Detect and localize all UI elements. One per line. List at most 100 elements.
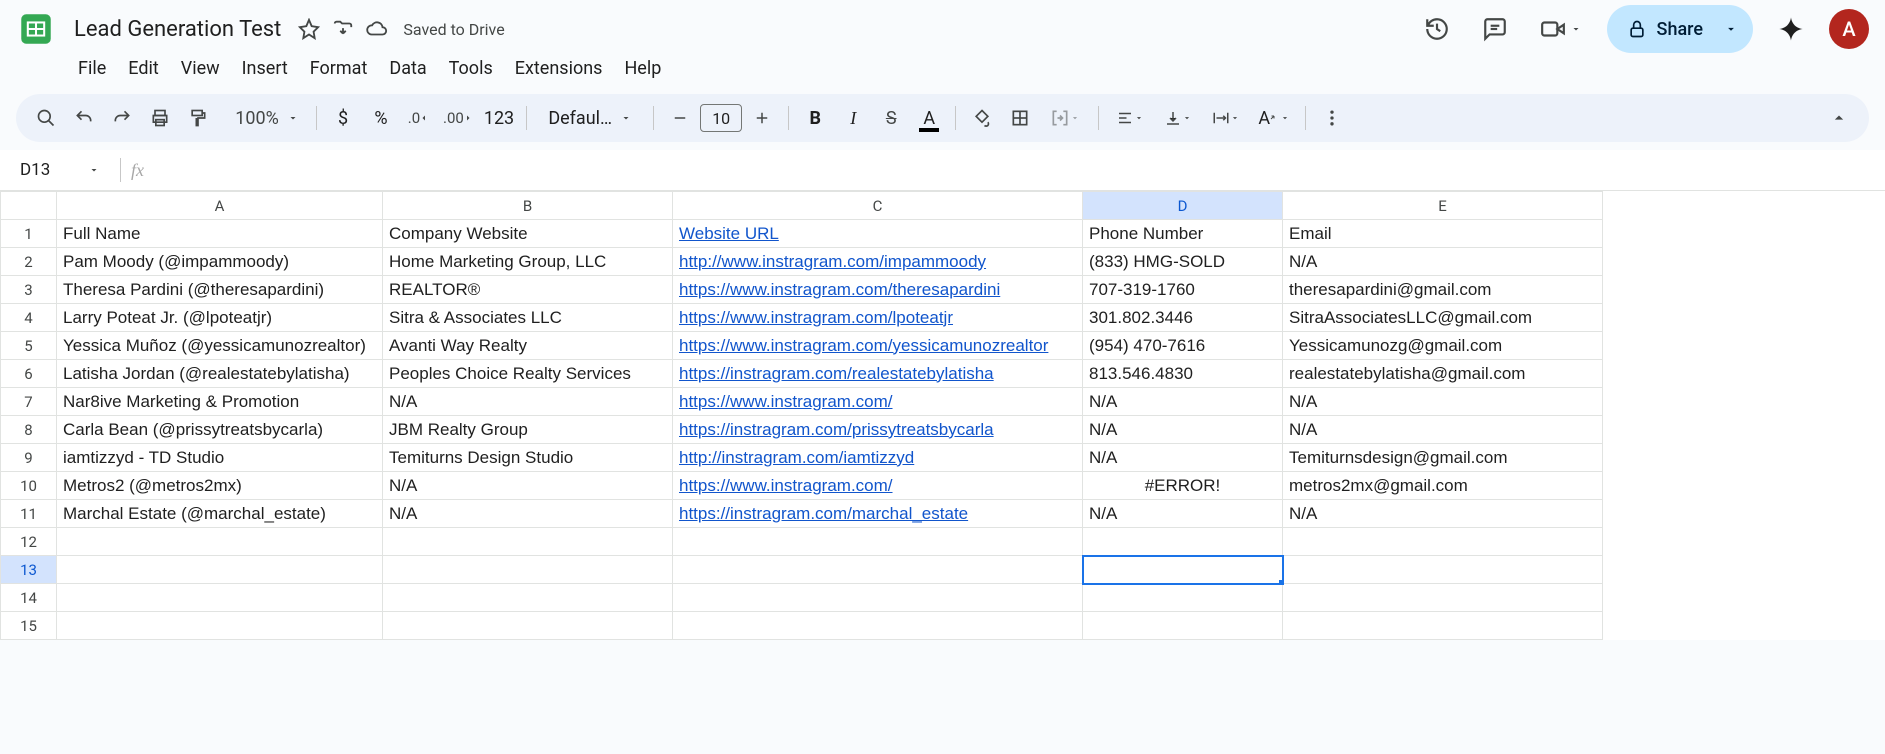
cell[interactable]: Nar8ive Marketing & Promotion <box>57 388 383 416</box>
valign-button[interactable] <box>1155 100 1201 136</box>
cell[interactable] <box>673 556 1083 584</box>
search-menus-icon[interactable] <box>28 100 64 136</box>
bold-button[interactable]: B <box>797 100 833 136</box>
undo-icon[interactable] <box>66 100 102 136</box>
strikethrough-button[interactable]: S <box>873 100 909 136</box>
cell[interactable] <box>1083 528 1283 556</box>
increase-decimal-icon[interactable]: .00 <box>439 100 478 136</box>
cell[interactable]: N/A <box>1283 416 1603 444</box>
cell[interactable]: Home Marketing Group, LLC <box>383 248 673 276</box>
cell[interactable] <box>1083 556 1283 584</box>
cell[interactable] <box>673 528 1083 556</box>
cell[interactable] <box>57 612 383 640</box>
row-header[interactable]: 15 <box>1 612 57 640</box>
name-box[interactable]: D13 <box>10 156 110 184</box>
cell[interactable]: Website URL <box>673 220 1083 248</box>
col-header-D[interactable]: D <box>1083 192 1283 220</box>
cell[interactable]: metros2mx@gmail.com <box>1283 472 1603 500</box>
cell[interactable] <box>1083 584 1283 612</box>
cell[interactable]: N/A <box>1283 248 1603 276</box>
menu-tools[interactable]: Tools <box>439 54 503 83</box>
cell[interactable]: https://www.instragram.com/ <box>673 388 1083 416</box>
cell[interactable]: http://instragram.com/iamtizzyd <box>673 444 1083 472</box>
row-header[interactable]: 8 <box>1 416 57 444</box>
row-header[interactable]: 9 <box>1 444 57 472</box>
row-header[interactable]: 6 <box>1 360 57 388</box>
cell[interactable]: Yessica Muñoz (@yessicamunozrealtor) <box>57 332 383 360</box>
select-all-corner[interactable] <box>1 192 57 220</box>
cell[interactable]: (833) HMG-SOLD <box>1083 248 1283 276</box>
cell[interactable]: https://www.instragram.com/ <box>673 472 1083 500</box>
cell[interactable]: 813.546.4830 <box>1083 360 1283 388</box>
cell[interactable]: https://www.instragram.com/theresapardin… <box>673 276 1083 304</box>
cell[interactable]: Sitra & Associates LLC <box>383 304 673 332</box>
menu-view[interactable]: View <box>171 54 230 83</box>
cell[interactable]: Phone Number <box>1083 220 1283 248</box>
cell[interactable]: (954) 470-7616 <box>1083 332 1283 360</box>
cell[interactable] <box>673 584 1083 612</box>
row-header[interactable]: 14 <box>1 584 57 612</box>
cell[interactable]: N/A <box>1083 388 1283 416</box>
font-size-input[interactable]: 10 <box>700 104 742 132</box>
row-header[interactable]: 13 <box>1 556 57 584</box>
row-header[interactable]: 4 <box>1 304 57 332</box>
row-header[interactable]: 10 <box>1 472 57 500</box>
cell[interactable]: https://instragram.com/marchal_estate <box>673 500 1083 528</box>
cell[interactable]: N/A <box>1083 416 1283 444</box>
paint-format-icon[interactable] <box>180 100 216 136</box>
cell[interactable]: Temiturnsdesign@gmail.com <box>1283 444 1603 472</box>
sheets-logo[interactable] <box>16 9 56 49</box>
account-avatar[interactable]: A <box>1829 9 1869 49</box>
cell[interactable]: Larry Poteat Jr. (@lpoteatjr) <box>57 304 383 332</box>
formula-bar[interactable] <box>144 157 1885 183</box>
cell[interactable]: Company Website <box>383 220 673 248</box>
cloud-icon[interactable] <box>365 17 389 41</box>
document-title[interactable]: Lead Generation Test <box>68 15 287 44</box>
comment-icon[interactable] <box>1475 9 1515 49</box>
cell[interactable]: SitraAssociatesLLC@gmail.com <box>1283 304 1603 332</box>
cell[interactable] <box>673 612 1083 640</box>
history-icon[interactable] <box>1417 9 1457 49</box>
star-icon[interactable] <box>297 17 321 41</box>
row-header[interactable]: 3 <box>1 276 57 304</box>
share-button[interactable]: Share <box>1607 5 1753 53</box>
cell[interactable]: #ERROR! <box>1083 472 1283 500</box>
cell[interactable]: N/A <box>1283 500 1603 528</box>
row-header[interactable]: 2 <box>1 248 57 276</box>
italic-button[interactable]: I <box>835 100 871 136</box>
gemini-icon[interactable] <box>1771 9 1811 49</box>
cell[interactable]: REALTOR® <box>383 276 673 304</box>
menu-extensions[interactable]: Extensions <box>505 54 613 83</box>
cell[interactable]: Theresa Pardini (@theresapardini) <box>57 276 383 304</box>
menu-file[interactable]: File <box>68 54 116 83</box>
cell[interactable]: Temiturns Design Studio <box>383 444 673 472</box>
cell[interactable] <box>383 584 673 612</box>
cell[interactable]: Marchal Estate (@marchal_estate) <box>57 500 383 528</box>
col-header-B[interactable]: B <box>383 192 673 220</box>
cell[interactable]: N/A <box>383 500 673 528</box>
cell[interactable] <box>1283 556 1603 584</box>
cell[interactable]: Latisha Jordan (@realestatebylatisha) <box>57 360 383 388</box>
cell[interactable]: realestatebylatisha@gmail.com <box>1283 360 1603 388</box>
move-icon[interactable] <box>331 17 355 41</box>
cell[interactable]: 301.802.3446 <box>1083 304 1283 332</box>
cell[interactable] <box>1283 612 1603 640</box>
menu-help[interactable]: Help <box>614 54 671 83</box>
cell[interactable]: https://instragram.com/realestatebylatis… <box>673 360 1083 388</box>
wrap-button[interactable] <box>1203 100 1249 136</box>
rotate-button[interactable]: A <box>1251 100 1297 136</box>
cell[interactable]: N/A <box>383 388 673 416</box>
cell[interactable]: iamtizzyd - TD Studio <box>57 444 383 472</box>
cell[interactable] <box>57 556 383 584</box>
cell[interactable]: JBM Realty Group <box>383 416 673 444</box>
cell[interactable]: Avanti Way Realty <box>383 332 673 360</box>
redo-icon[interactable] <box>104 100 140 136</box>
merge-button[interactable] <box>1040 100 1090 136</box>
cell[interactable] <box>1283 584 1603 612</box>
cell[interactable]: N/A <box>383 472 673 500</box>
cell[interactable] <box>1283 528 1603 556</box>
cell[interactable]: N/A <box>1283 388 1603 416</box>
share-dropdown-icon[interactable] <box>1713 11 1749 47</box>
cell[interactable]: Yessicamunozg@gmail.com <box>1283 332 1603 360</box>
cell[interactable]: N/A <box>1083 500 1283 528</box>
